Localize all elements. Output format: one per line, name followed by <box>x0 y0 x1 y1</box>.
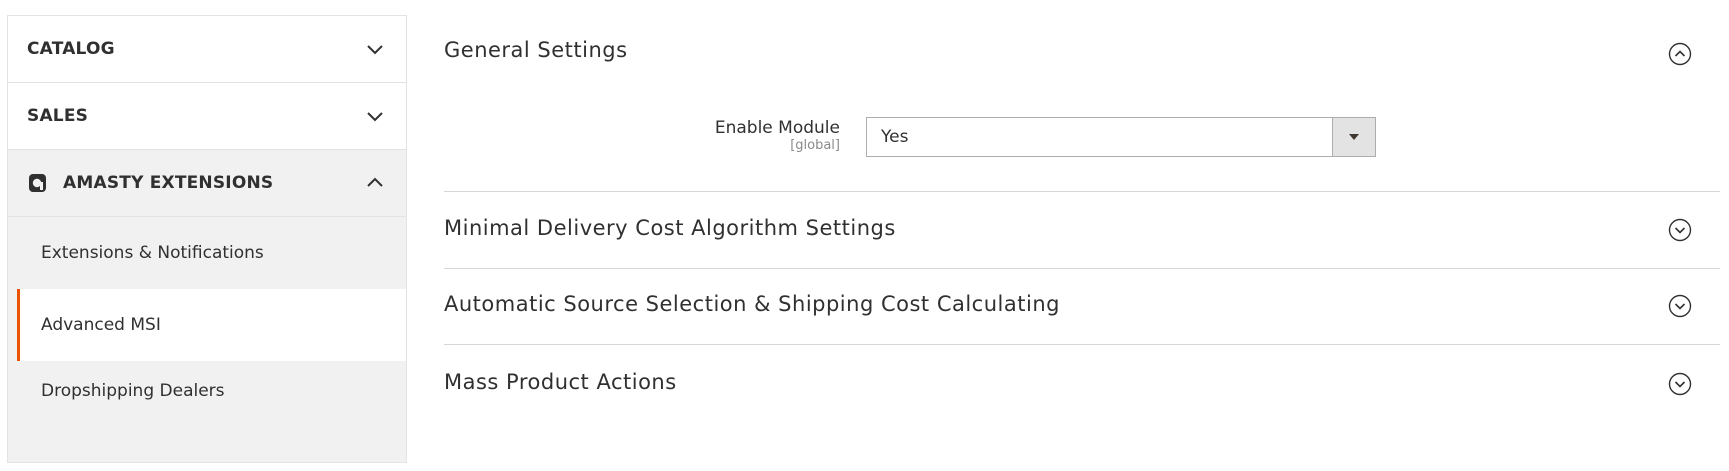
select-value: Yes <box>881 127 909 147</box>
sidebar-item-advanced-msi[interactable]: Advanced MSI <box>17 289 406 361</box>
group-minimal-delivery-cost[interactable]: Minimal Delivery Cost Algorithm Settings <box>444 192 1720 268</box>
sidebar-item-dropshipping-dealers[interactable]: Dropshipping Dealers <box>17 355 406 427</box>
group-title: Automatic Source Selection & Shipping Co… <box>444 292 1060 316</box>
group-title: Mass Product Actions <box>444 370 677 394</box>
select-dropdown-button[interactable] <box>1332 118 1375 156</box>
sidebar-section-label: SALES <box>27 106 89 126</box>
group-header[interactable]: General Settings <box>444 30 1720 74</box>
sidebar-section-catalog[interactable]: CATALOG <box>8 16 406 83</box>
enable-module-select[interactable]: Yes <box>866 117 1376 157</box>
field-label: Enable Module <box>714 118 840 138</box>
sidebar-item-extensions-notifications[interactable]: Extensions & Notifications <box>17 217 406 289</box>
circle-chevron-down-icon[interactable] <box>1668 372 1692 396</box>
sidebar-section-sales[interactable]: SALES <box>8 83 406 150</box>
sidebar-section-amasty-extensions[interactable]: AMASTY EXTENSIONS <box>8 150 406 217</box>
config-main: General Settings Enable Module [global] … <box>444 0 1720 471</box>
group-general-settings: General Settings Enable Module [global] … <box>444 0 1720 190</box>
field-scope: [global] <box>790 138 840 153</box>
chevron-up-icon <box>367 177 383 187</box>
circle-chevron-down-icon[interactable] <box>1668 218 1692 242</box>
amasty-logo-icon <box>29 174 46 192</box>
group-automatic-source-selection[interactable]: Automatic Source Selection & Shipping Co… <box>444 269 1720 344</box>
circle-chevron-down-icon[interactable] <box>1668 294 1692 318</box>
group-mass-product-actions[interactable]: Mass Product Actions <box>444 345 1720 421</box>
sidebar-section-label: CATALOG <box>27 39 115 59</box>
circle-chevron-up-icon[interactable] <box>1668 42 1692 66</box>
sidebar-section-label: AMASTY EXTENSIONS <box>63 173 274 193</box>
chevron-down-icon <box>367 112 383 122</box>
group-title: General Settings <box>444 38 628 62</box>
chevron-down-icon <box>367 45 383 55</box>
group-title: Minimal Delivery Cost Algorithm Settings <box>444 216 896 240</box>
config-sidebar: CATALOG SALES AMASTY EXTENSIONS Extensio… <box>7 15 407 463</box>
caret-down-icon <box>1349 134 1359 140</box>
enable-module-label-block: Enable Module [global] <box>715 118 840 154</box>
